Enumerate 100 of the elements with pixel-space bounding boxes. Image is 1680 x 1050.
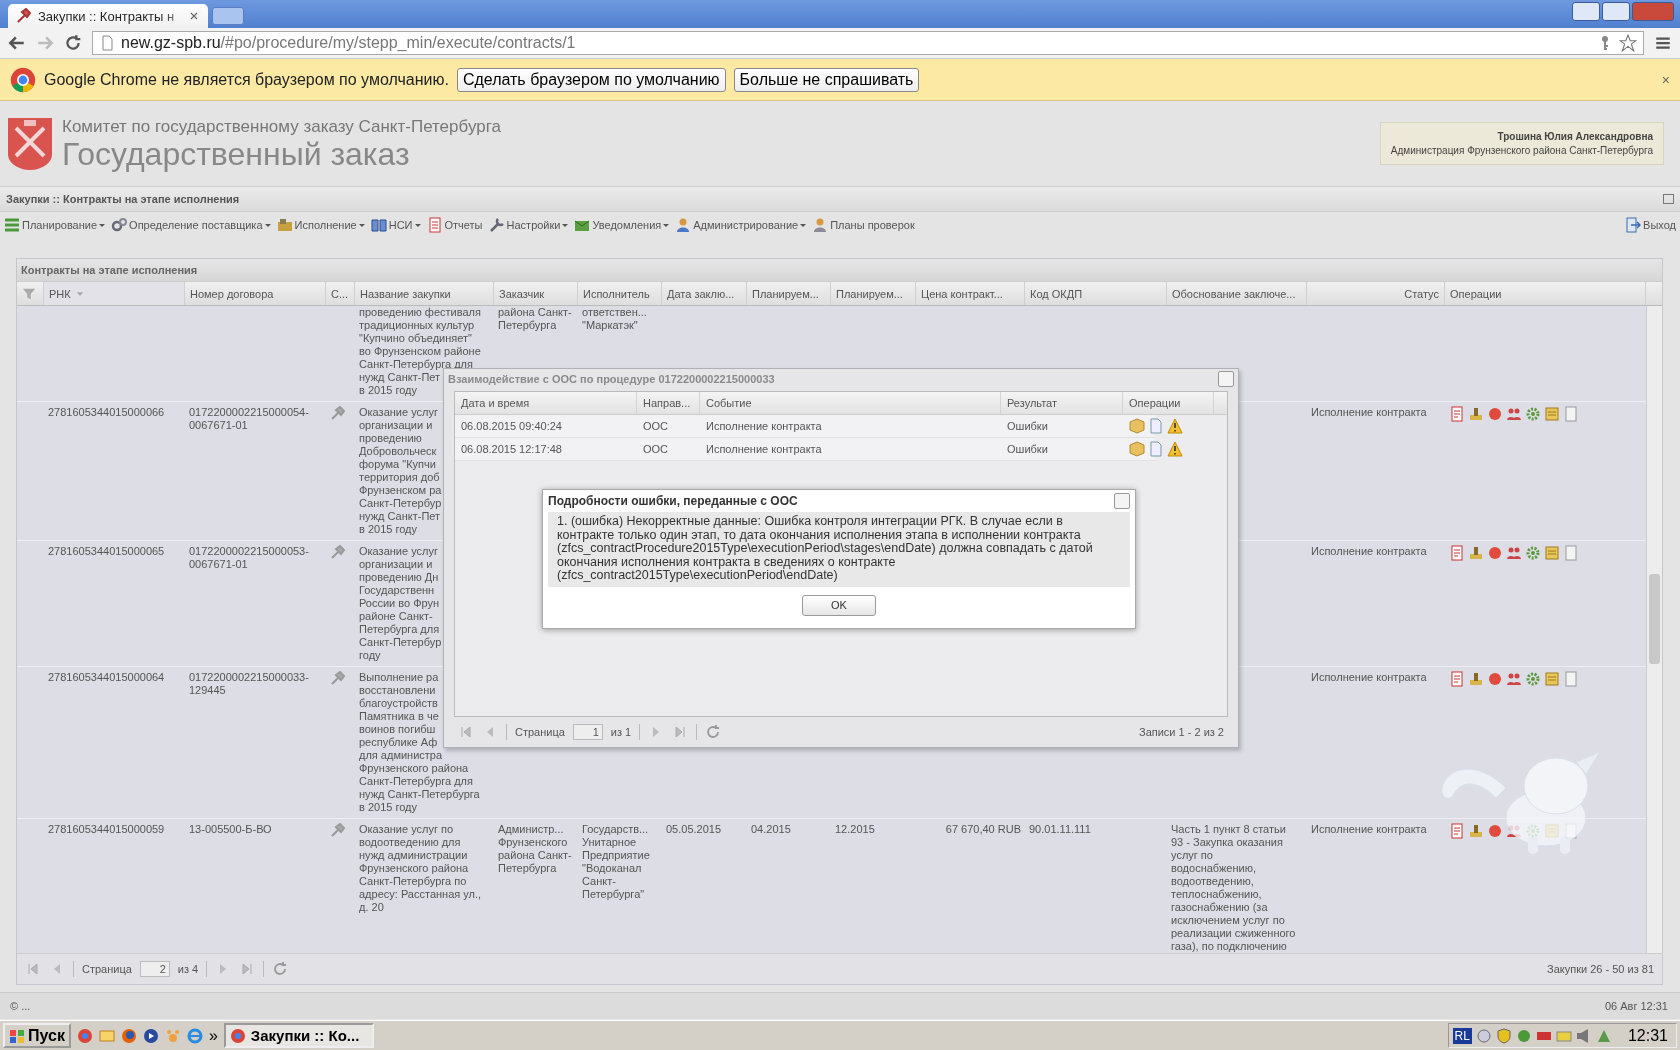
table-cell: 90.01.11.111 [1029,823,1091,835]
toolbar-menu-item[interactable]: Планы проверок [812,217,915,233]
text-line: водоотведению для [359,836,461,849]
toolbar-menu-item[interactable]: Администрирование [675,217,807,233]
toolbar-menu-item[interactable]: Уведомления [574,217,670,233]
address-field[interactable]: new.gz-spb.ru/#po/procedure/my/stepp_min/execute/contracts/1 [92,31,1644,55]
page-label: Страница [515,726,565,738]
text-line: для администра [359,749,443,762]
ok-button[interactable]: OK [802,594,876,616]
records-count: Закупки 26 - 50 из 81 [1547,963,1654,975]
table-cell: Исполнение контракта [1311,545,1427,557]
more-button[interactable]: » [208,1026,218,1045]
page-field[interactable]: 2 [139,961,170,977]
text-line: территория доб [359,471,440,484]
table-cell: ООС [643,443,669,455]
text-line: году [359,649,381,662]
text-line: нужд Санкт-Пет [359,510,441,523]
table-cell: 0172200002215000054- 0067671-01 [189,406,309,431]
column-header[interactable]: РНК [49,287,71,300]
copyright: © ... [10,1000,31,1012]
column-header[interactable]: Операции [1129,397,1181,409]
text-line: России во Фрун [359,597,440,610]
table-cell: 67 670,40 RUB [945,823,1021,835]
text-line: Фрунзенском ра [359,484,442,497]
column-header[interactable]: Операции [1450,287,1502,300]
text-line: Государственн [359,584,435,597]
table-cell: 2781605344015000064 [48,671,165,683]
page-label: Страница [82,963,132,975]
table-cell: ООС [643,420,669,432]
text-line: Оказание услуг [359,545,438,558]
column-header[interactable]: Название закупки [360,287,451,300]
text-line: Санкт-Петербурга для [359,775,473,788]
column-header[interactable]: Статус [1404,287,1439,300]
toolbar-menu-item[interactable]: Исполнение [276,217,365,233]
text-line: Выполнение ра [359,671,439,684]
table-cell: Исполнение контракта [1311,671,1427,683]
text-line: д. 20 [359,901,384,914]
text-line: Санкт-Петербурга для [359,358,473,371]
column-header[interactable]: Дата и время [461,397,530,409]
text-line: организации и [359,558,433,571]
text-line: Санкт-Петербур [359,497,442,510]
infobar-button[interactable]: Больше не спрашивать [733,67,920,92]
table-cell: 06.08.2015 12:17:48 [461,443,562,455]
column-header[interactable]: Направ... [643,397,691,409]
column-header[interactable]: Событие [706,397,752,409]
error-message: 1. (ошибка) Некорректные данные: Ошибка контроля интеграции РГК. В случае если в контракте только один этап, то дата окончания исполнения этапа в исполнении контракта (zfcs_contractProcedure2015Type\executionPeriod\stages\endDate) должна совпадать с датой окончания исполнения контракта в сведениях о контракте (zfcs_contract2015Type\executionPeriod\endDate) [557,514,1093,582]
toolbar-menu-item[interactable]: Определение поставщика [111,217,271,233]
page-field[interactable]: 1 [572,724,603,740]
text-line: в 2015 году [359,384,417,397]
table-cell: Исполнение контракта [706,420,822,432]
toolbar-menu-item[interactable]: Настройки [488,217,569,233]
text-line: проведению фестиваля [359,306,481,319]
browser-tab[interactable]: Закупки :: Контракты н [8,4,208,28]
text-line: нужд Санкт-Петербурга [359,788,480,801]
column-header[interactable]: Номер договора [190,287,274,300]
close-button[interactable]: × [1661,71,1670,88]
text-line: проведению Дн [359,571,439,584]
column-header[interactable]: С... [331,287,349,300]
text-line: Оказание услуг по [359,823,454,836]
taskbar-button[interactable]: Закупки :: Ко... [223,1023,374,1048]
text-line: нужд Санкт-Пет [359,371,441,384]
panel-title: Закупки :: Контракты на этапе исполнения [6,193,240,205]
column-header[interactable]: Заказчик [499,287,545,300]
column-header[interactable]: Цена контракт... [921,287,1003,300]
table-cell: Государств... Унитарное Предприятие "Водоканал Санкт- Петербурга" [582,823,650,900]
column-header[interactable]: Исполнитель [583,287,650,300]
toolbar-menu-item[interactable]: Отчеты [426,217,483,233]
text-line: в 2015 году [359,801,417,814]
text-line: "Купчино объединяет" [359,332,472,345]
start-button[interactable]: Пуск [3,1023,71,1048]
column-header[interactable]: Результат [1007,397,1058,409]
table-cell: Часть 1 пункт 8 статьи 93 - Закупка оказания услуг по водоснабжению, водоотведению, теплоснабжению, газоснабжению (за исключением услуг по реализации сжиженного газа), по подключению [1171,823,1296,952]
language-indicator[interactable]: RL [1452,1027,1472,1044]
text-line: традиционных культур [359,319,475,332]
text-line: Санкт-Петербур [359,636,442,649]
text-line: восстановлени [359,684,436,697]
exit-button[interactable]: Выход [1625,217,1676,233]
text-line: во Фрунзенском районе [359,345,481,358]
column-header[interactable]: Планируем... [752,287,819,300]
grid-title: Контракты на этапе исполнения [21,264,198,276]
table-cell: 06.08.2015 09:40:24 [461,420,562,432]
text-line: в 2015 году [359,523,417,536]
page-count: из 4 [177,963,199,975]
column-header[interactable]: Код ОКДП [1030,287,1083,300]
site-title: Государственный заказ [62,136,411,171]
table-cell: Исполнение контракта [706,443,822,455]
table-cell: Исполнение контракта [1311,823,1427,835]
records-count: Записи 1 - 2 из 2 [1139,726,1224,738]
infobar-button[interactable]: Сделать браузером по умолчанию [456,67,726,92]
table-cell: района Санкт- Петербурга [498,306,572,331]
text-line: нужд администрации [359,849,468,862]
text-line: Оказание услуг [359,406,438,419]
column-header[interactable]: Обоснование заключе... [1172,287,1296,300]
table-cell: 04.2015 [751,823,791,835]
toolbar-menu-item[interactable]: Планирование [4,217,106,233]
date-time: 06 Авг 12:31 [1604,1000,1668,1012]
table-cell: Ошибки [1007,420,1048,432]
toolbar-menu-item[interactable]: НСИ [370,217,421,233]
column-header[interactable]: Дата заклю... [667,287,735,300]
column-header[interactable]: Планируем... [836,287,903,300]
